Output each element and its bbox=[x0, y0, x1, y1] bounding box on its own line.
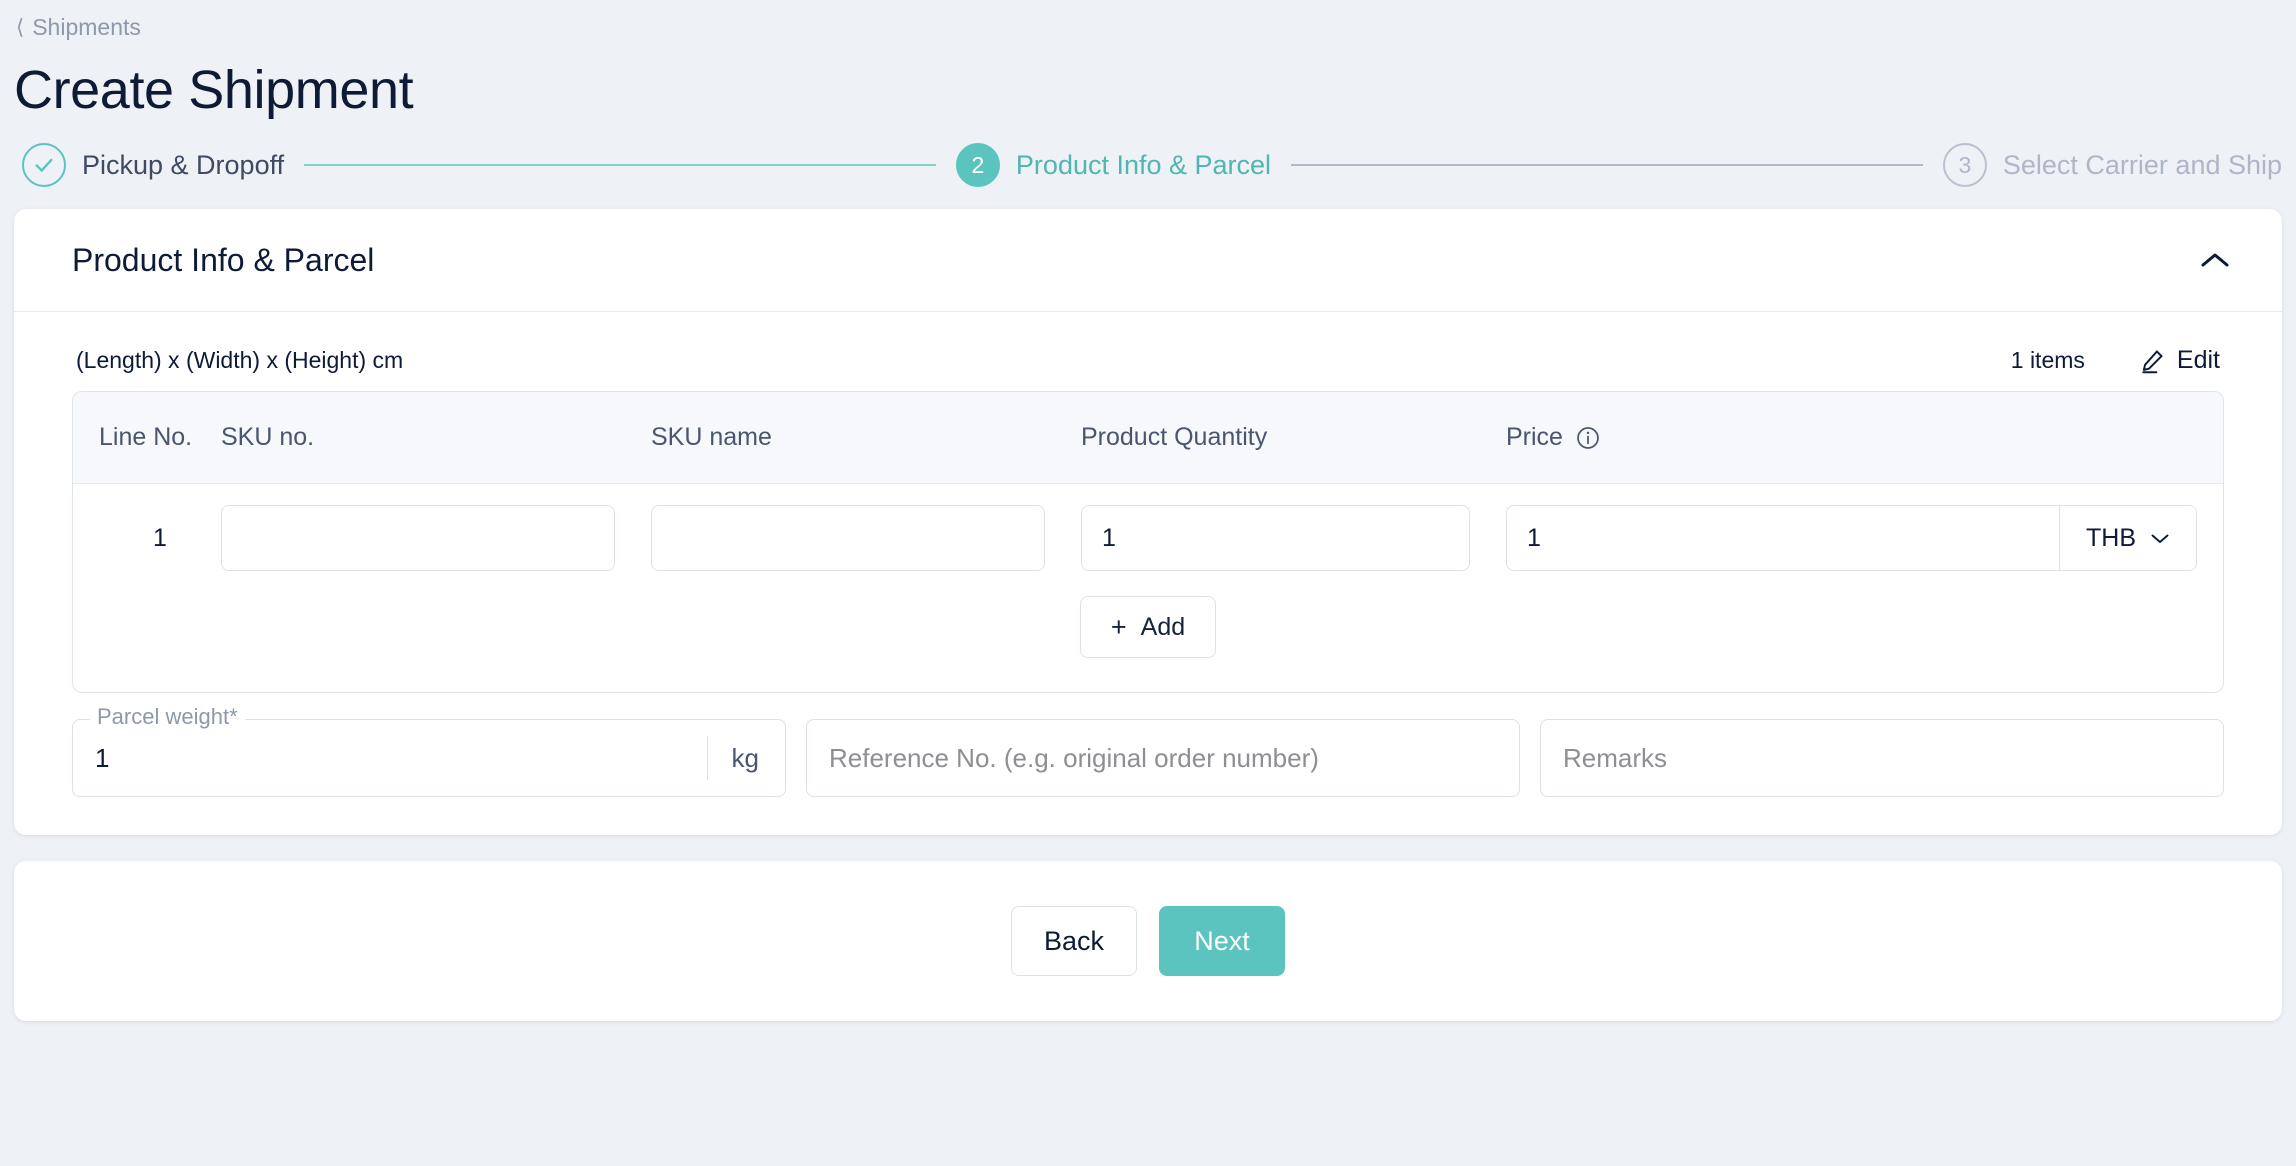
column-header-quantity: Product Quantity bbox=[1081, 423, 1268, 451]
remarks-input[interactable] bbox=[1541, 720, 2223, 796]
column-header-price: Price bbox=[1506, 423, 2197, 452]
step-number-badge-2: 2 bbox=[955, 143, 1000, 187]
required-marker: * bbox=[229, 704, 238, 729]
reference-no-field bbox=[806, 719, 1520, 797]
next-button[interactable]: Next bbox=[1159, 906, 1285, 976]
column-header-line-no: Line No. bbox=[99, 423, 193, 451]
parcel-weight-input[interactable] bbox=[73, 720, 707, 796]
remarks-field bbox=[1540, 719, 2224, 797]
back-button[interactable]: Back bbox=[1011, 906, 1137, 976]
parcel-weight-box: kg bbox=[72, 719, 786, 797]
stepper-connector-2 bbox=[1291, 164, 1923, 166]
edit-label: Edit bbox=[2176, 346, 2220, 374]
stepper-label-product-info: Product Info & Parcel bbox=[1015, 149, 1272, 180]
stepper-label-pickup-dropoff: Pickup & Dropoff bbox=[82, 149, 285, 180]
breadcrumb-label: Shipments bbox=[32, 14, 141, 40]
cell-price: THB bbox=[1506, 505, 2197, 571]
parcel-weight-field: kg Parcel weight* bbox=[72, 704, 786, 797]
chevron-up-icon bbox=[2201, 253, 2229, 267]
cell-sku-no bbox=[221, 505, 651, 571]
stepper-step-pickup-dropoff[interactable]: Pickup & Dropoff bbox=[22, 143, 284, 187]
chevron-down-icon bbox=[2151, 534, 2169, 543]
currency-select[interactable]: THB bbox=[2059, 506, 2196, 570]
column-header-price-label: Price bbox=[1506, 423, 1563, 451]
meta-right-group: 1 items Edit bbox=[2011, 346, 2220, 375]
pencil-icon bbox=[2142, 349, 2163, 373]
remarks-box bbox=[1540, 719, 2224, 797]
cell-quantity bbox=[1081, 505, 1506, 571]
add-row-container: + Add bbox=[73, 592, 2223, 692]
reference-no-box bbox=[806, 719, 1520, 797]
step-number-badge-3: 3 bbox=[1942, 143, 1987, 187]
product-info-card: Product Info & Parcel (Length) x (Width)… bbox=[14, 209, 2282, 835]
product-table: Line No. SKU no. SKU name Product Quanti… bbox=[72, 391, 2224, 693]
stepper-step-product-info[interactable]: 2 Product Info & Parcel bbox=[955, 143, 1272, 187]
column-header-sku-no: SKU no. bbox=[221, 423, 315, 451]
items-count: 1 items bbox=[2010, 347, 2085, 373]
price-input[interactable] bbox=[1507, 506, 2059, 570]
parcel-weight-unit: kg bbox=[706, 736, 785, 780]
stepper: Pickup & Dropoff 2 Product Info & Parcel… bbox=[0, 121, 2296, 187]
bottom-spacer bbox=[0, 1021, 2296, 1043]
parcel-fields-row: kg Parcel weight* bbox=[72, 693, 2224, 797]
card-header: Product Info & Parcel bbox=[14, 209, 2282, 312]
sku-no-input[interactable] bbox=[221, 505, 615, 571]
reference-no-input[interactable] bbox=[807, 720, 1519, 796]
price-input-group: THB bbox=[1506, 505, 2197, 571]
cell-line-no: 1 bbox=[153, 523, 167, 552]
cell-sku-name bbox=[651, 505, 1081, 571]
meta-row: (Length) x (Width) x (Height) cm 1 items… bbox=[72, 338, 2224, 391]
column-header-sku-name: SKU name bbox=[651, 423, 772, 451]
breadcrumb-shipments[interactable]: ⟨ Shipments bbox=[0, 0, 141, 41]
stepper-connector-1 bbox=[304, 164, 936, 166]
plus-icon: + bbox=[1110, 611, 1127, 642]
add-line-button[interactable]: + Add bbox=[1079, 596, 1217, 658]
add-label: Add bbox=[1140, 612, 1186, 641]
info-icon[interactable] bbox=[1575, 425, 1601, 451]
dimensions-label: (Length) x (Width) x (Height) cm bbox=[76, 347, 404, 373]
stepper-label-select-carrier: Select Carrier and Ship bbox=[2002, 149, 2283, 180]
footer-actions-card: Back Next bbox=[14, 861, 2282, 1021]
parcel-weight-label-text: Parcel weight bbox=[97, 704, 230, 729]
card-title: Product Info & Parcel bbox=[72, 241, 375, 278]
parcel-weight-label: Parcel weight* bbox=[90, 704, 245, 730]
step-status-icon-done bbox=[22, 143, 66, 187]
page-root: ⟨ Shipments Create Shipment Pickup & Dro… bbox=[0, 0, 2296, 1166]
edit-button[interactable]: Edit bbox=[2139, 346, 2220, 375]
table-row: 1 THB bbox=[73, 484, 2223, 592]
currency-value: THB bbox=[2086, 523, 2136, 552]
sku-name-input[interactable] bbox=[651, 505, 1045, 571]
collapse-toggle-button[interactable] bbox=[2192, 237, 2238, 283]
chevron-left-icon: ⟨ bbox=[16, 16, 25, 39]
page-title: Create Shipment bbox=[14, 60, 414, 120]
product-quantity-input[interactable] bbox=[1081, 505, 1470, 571]
table-header-row: Line No. SKU no. SKU name Product Quanti… bbox=[73, 392, 2223, 484]
stepper-step-select-carrier[interactable]: 3 Select Carrier and Ship bbox=[1942, 143, 2283, 187]
card-body: (Length) x (Width) x (Height) cm 1 items… bbox=[14, 312, 2282, 835]
